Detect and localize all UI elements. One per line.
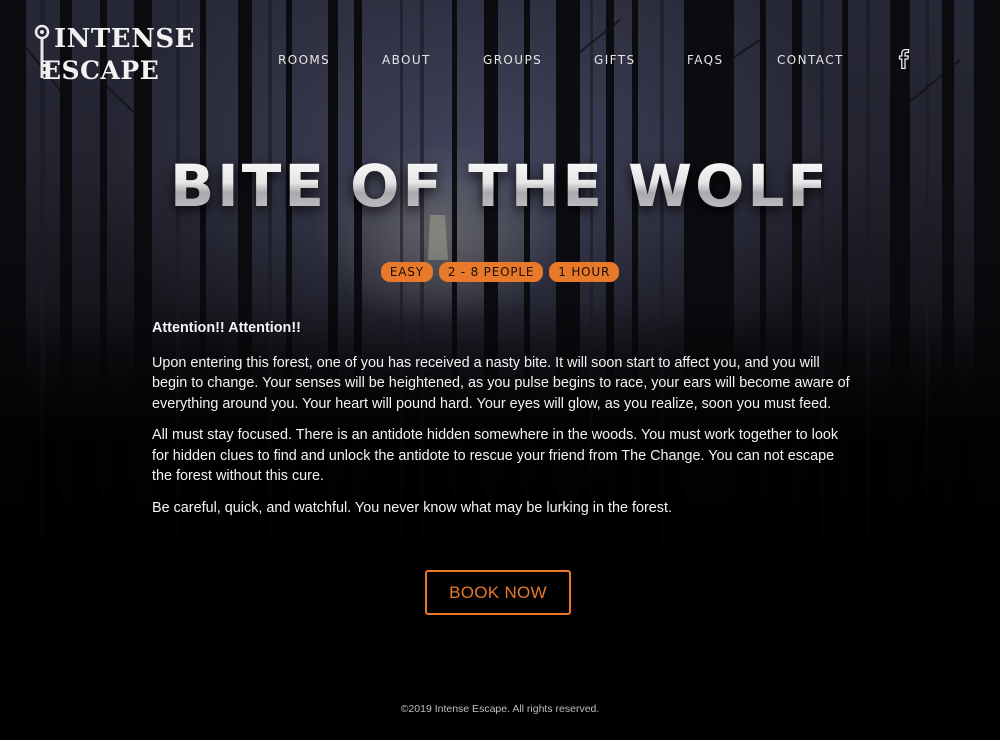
logo-text-line1: INTENSE [54,24,195,54]
nav-item-gifts[interactable]: GIFTS [594,53,635,67]
nav-item-rooms[interactable]: ROOMS [278,53,330,67]
room-description: Attention!! Attention!! Upon entering th… [152,318,852,529]
description-paragraph: Upon entering this forest, one of you ha… [152,354,850,412]
group-size-badge: 2 - 8 PEOPLE [438,262,544,282]
room-badges: EASY 2 - 8 PEOPLE 1 HOUR [0,262,1000,282]
page: INTENSE ESCAPE ROOMS ABOUT GROUPS GIFTS … [0,0,1000,740]
nav-item-groups[interactable]: GROUPS [483,53,542,67]
nav-item-contact[interactable]: CONTACT [777,53,844,67]
difficulty-badge: EASY [380,262,433,282]
book-now-button[interactable]: BOOK NOW [425,570,571,615]
room-title: BITE OF THE WOLF [0,152,1000,220]
description-paragraph: Be careful, quick, and watchful. You nev… [152,499,672,516]
duration-badge: 1 HOUR [549,262,620,282]
description-heading: Attention!! Attention!! [152,320,301,336]
main-nav: ROOMS ABOUT GROUPS GIFTS FAQS CONTACT [0,53,1000,69]
nav-item-about[interactable]: ABOUT [382,53,431,67]
facebook-icon[interactable] [897,49,911,69]
nav-item-faqs[interactable]: FAQS [687,53,723,67]
footer-copyright: ©2019 Intense Escape. All rights reserve… [400,703,600,715]
description-paragraph: All must stay focused. There is an antid… [152,427,839,484]
